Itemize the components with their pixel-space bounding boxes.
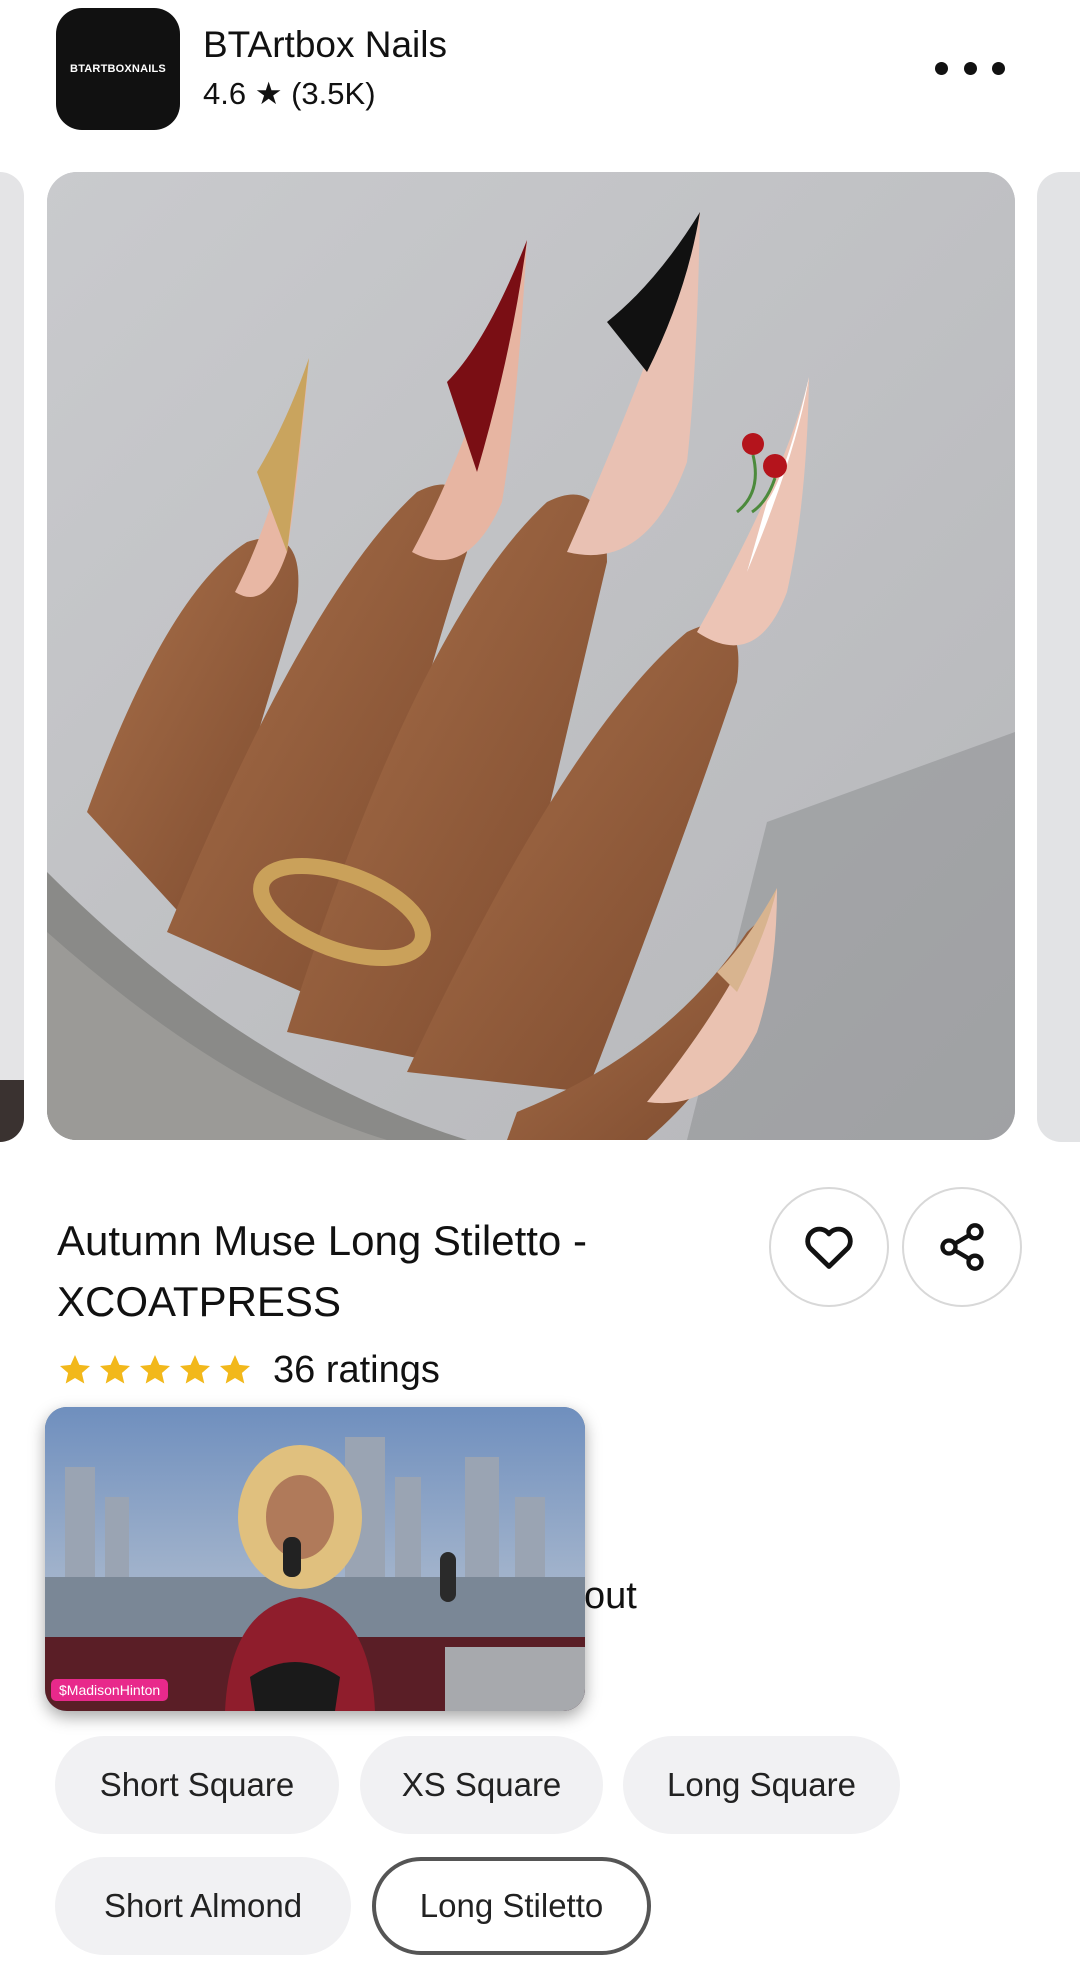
partial-text: out [584,1575,637,1617]
shop-header: BTARTBOXNAILS BTArtbox Nails 4.6 ★ (3.5K… [0,0,1080,160]
ratings-count: 36 ratings [273,1348,440,1391]
product-title-area: Autumn Muse Long Stiletto - XCOATPRESS [57,1210,757,1332]
share-button[interactable] [902,1187,1022,1307]
more-options-button[interactable] [935,50,1005,86]
star-icon [60,1355,90,1384]
next-image-peek[interactable] [1037,172,1080,1142]
variant-chip-long-square[interactable]: Long Square [623,1736,900,1834]
star-icon [100,1355,130,1384]
more-horizontal-icon [935,61,948,75]
share-icon [940,1223,984,1271]
shop-logo[interactable]: BTARTBOXNAILS [56,8,180,130]
shop-name[interactable]: BTArtbox Nails [203,24,447,66]
product-image[interactable] [47,172,1015,1140]
variant-chip-label: Short Square [99,1766,295,1803]
product-image-carousel[interactable] [0,172,1080,1142]
variant-chip-short-square[interactable]: Short Square [55,1736,339,1834]
product-title: Autumn Muse Long Stiletto - XCOATPRESS [57,1210,757,1332]
product-title-line2: XCOATPRESS [57,1278,341,1325]
live-stream-player[interactable]: $MadisonHinton [45,1407,585,1711]
variant-chip-xs-square[interactable]: XS Square [360,1736,603,1834]
previous-image-peek[interactable] [0,172,24,1142]
star-rating [57,1352,253,1388]
host-tag: $MadisonHinton [51,1679,169,1701]
star-icon [180,1355,210,1384]
star-icon [220,1355,250,1384]
product-rating[interactable]: 36 ratings [57,1343,440,1397]
favorite-button[interactable] [769,1187,889,1307]
heart-icon [805,1226,853,1269]
variant-chip-short-almond[interactable]: Short Almond [55,1857,351,1955]
variant-chip-label: Short Almond [103,1887,303,1924]
variant-chip-long-stiletto[interactable]: Long Stiletto [372,1857,651,1955]
variant-chip-label: XS Square [401,1766,562,1803]
product-title-line1: Autumn Muse Long Stiletto - [57,1217,587,1264]
star-icon [140,1355,170,1384]
variant-chip-label: Long Square [667,1766,856,1803]
shop-logo-text: BTARTBOXNAILS [70,63,166,75]
variant-chip-label: Long Stiletto [419,1887,604,1924]
shop-rating: 4.6 ★ (3.5K) [203,76,376,111]
